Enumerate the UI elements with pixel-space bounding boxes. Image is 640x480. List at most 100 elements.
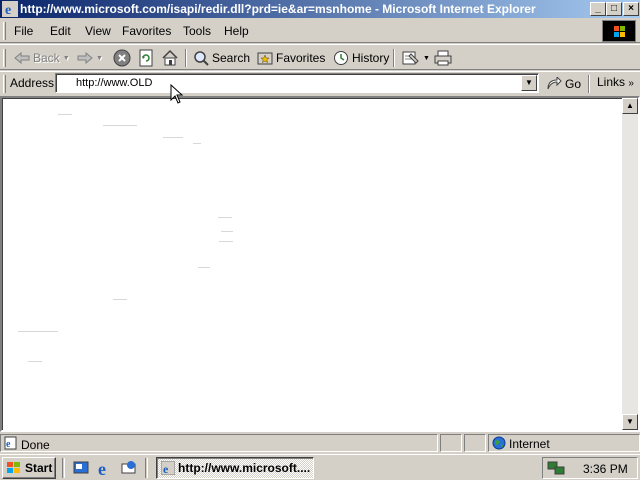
print-button[interactable] (434, 48, 452, 68)
render-artifact (58, 114, 72, 115)
favorites-label: Favorites (276, 51, 326, 65)
taskbar-window-label: http://www.microsoft.... (178, 461, 311, 475)
svg-text:e: e (6, 439, 11, 450)
start-button[interactable]: Start (2, 457, 56, 479)
minimize-button[interactable]: _ (590, 2, 606, 16)
go-arrow-icon (547, 77, 562, 90)
favorites-button[interactable]: Favorites (257, 48, 325, 68)
go-button[interactable]: Go (546, 74, 581, 94)
vertical-scrollbar[interactable]: ▲ ▼ (622, 98, 638, 430)
menu-favorites[interactable]: Favorites (122, 24, 171, 38)
refresh-button[interactable] (137, 48, 155, 68)
address-bar: Address ▼ Go Links » (0, 71, 640, 95)
security-zone-text: Internet (509, 437, 550, 451)
taskbar-window-button[interactable]: e http://www.microsoft.... (156, 457, 314, 479)
search-button[interactable]: Search (193, 48, 250, 68)
mail-icon (402, 51, 419, 65)
forward-button[interactable]: ▼ (77, 48, 103, 68)
page-done-icon: e (4, 436, 17, 450)
mail-button[interactable]: ▼ (402, 48, 430, 68)
history-label: History (352, 51, 390, 65)
menu-file[interactable]: File (14, 24, 33, 38)
go-label: Go (565, 77, 582, 91)
svg-text:e: e (5, 3, 11, 17)
ie-logo-icon: e (161, 461, 175, 475)
page-viewport[interactable] (2, 98, 622, 430)
forward-dropdown-icon[interactable]: ▼ (96, 55, 103, 62)
network-icon[interactable] (547, 460, 565, 476)
clock[interactable]: 3:36 PM (583, 462, 628, 476)
render-artifact (193, 143, 201, 144)
chevron-down-icon: ▼ (626, 417, 634, 426)
toolbar-separator (185, 49, 187, 67)
windows-flag-icon (7, 462, 20, 473)
render-artifact (113, 299, 127, 300)
svg-text:e: e (163, 462, 169, 475)
menu-edit[interactable]: Edit (50, 24, 71, 38)
outlook-express-icon[interactable] (120, 459, 138, 477)
show-desktop-icon[interactable] (72, 459, 90, 477)
mail-dropdown-icon[interactable]: ▼ (423, 55, 430, 62)
address-dropdown-button[interactable]: ▼ (521, 75, 537, 91)
menu-help[interactable]: Help (224, 24, 249, 38)
status-text: Done (21, 438, 50, 452)
render-artifact (198, 267, 210, 268)
address-grip[interactable] (3, 75, 6, 93)
mouse-cursor-icon (170, 84, 184, 104)
scroll-down-button[interactable]: ▼ (622, 414, 638, 430)
menu-grip[interactable] (3, 22, 6, 40)
history-icon (334, 51, 348, 65)
render-artifact (218, 217, 232, 218)
render-artifact (103, 125, 137, 126)
toolbar-separator (393, 49, 395, 67)
address-label: Address (10, 76, 55, 90)
chevron-up-icon: ▲ (626, 101, 634, 110)
internet-explorer-icon[interactable]: e (96, 459, 114, 477)
forward-arrow-icon (77, 52, 93, 64)
search-label: Search (212, 51, 251, 65)
status-zone-pane: Internet (488, 434, 640, 452)
close-icon: × (628, 3, 634, 14)
render-artifact (18, 331, 58, 332)
taskbar-separator (62, 458, 65, 478)
render-artifact (163, 137, 183, 138)
back-dropdown-icon[interactable]: ▼ (63, 55, 70, 62)
status-pane: e Done (0, 434, 438, 452)
address-input[interactable] (76, 76, 516, 90)
links-separator (588, 75, 590, 93)
stop-icon (113, 49, 131, 67)
maximize-icon: □ (610, 3, 618, 14)
render-artifact (221, 231, 233, 232)
chevron-right-icon: » (628, 78, 634, 89)
title-bar[interactable]: e http://www.microsoft.com/isapi/redir.d… (0, 0, 640, 18)
links-button[interactable]: Links » (597, 75, 634, 89)
history-button[interactable]: History (333, 48, 389, 68)
status-progress-pane (440, 434, 462, 452)
scroll-up-button[interactable]: ▲ (622, 98, 638, 114)
menu-view[interactable]: View (85, 24, 111, 38)
stop-button[interactable] (113, 48, 131, 68)
links-label: Links (597, 75, 626, 89)
status-bar: e Done Internet (0, 433, 640, 453)
chevron-down-icon: ▼ (525, 78, 533, 87)
search-icon (194, 51, 209, 66)
maximize-button[interactable]: □ (606, 2, 622, 16)
window-title: http://www.microsoft.com/isapi/redir.dll… (20, 2, 536, 16)
taskbar-separator (145, 458, 148, 478)
render-artifact (219, 241, 233, 242)
standard-toolbar: Back ▼ ▼ Search Favorites History ▼ (0, 44, 640, 70)
svg-text:e: e (98, 459, 106, 477)
minimize-icon: _ (595, 3, 601, 14)
system-tray: 3:36 PM (542, 457, 638, 479)
favorites-icon (257, 52, 273, 65)
home-button[interactable] (161, 48, 179, 68)
address-field[interactable]: ▼ (55, 73, 539, 93)
windows-logo (602, 20, 636, 42)
globe-icon (492, 436, 506, 450)
toolbar-grip[interactable] (3, 49, 6, 67)
menu-tools[interactable]: Tools (183, 24, 211, 38)
refresh-icon (139, 49, 153, 67)
back-button[interactable]: Back ▼ (14, 48, 70, 68)
windows-flag-icon (614, 26, 625, 37)
close-button[interactable]: × (623, 2, 639, 16)
